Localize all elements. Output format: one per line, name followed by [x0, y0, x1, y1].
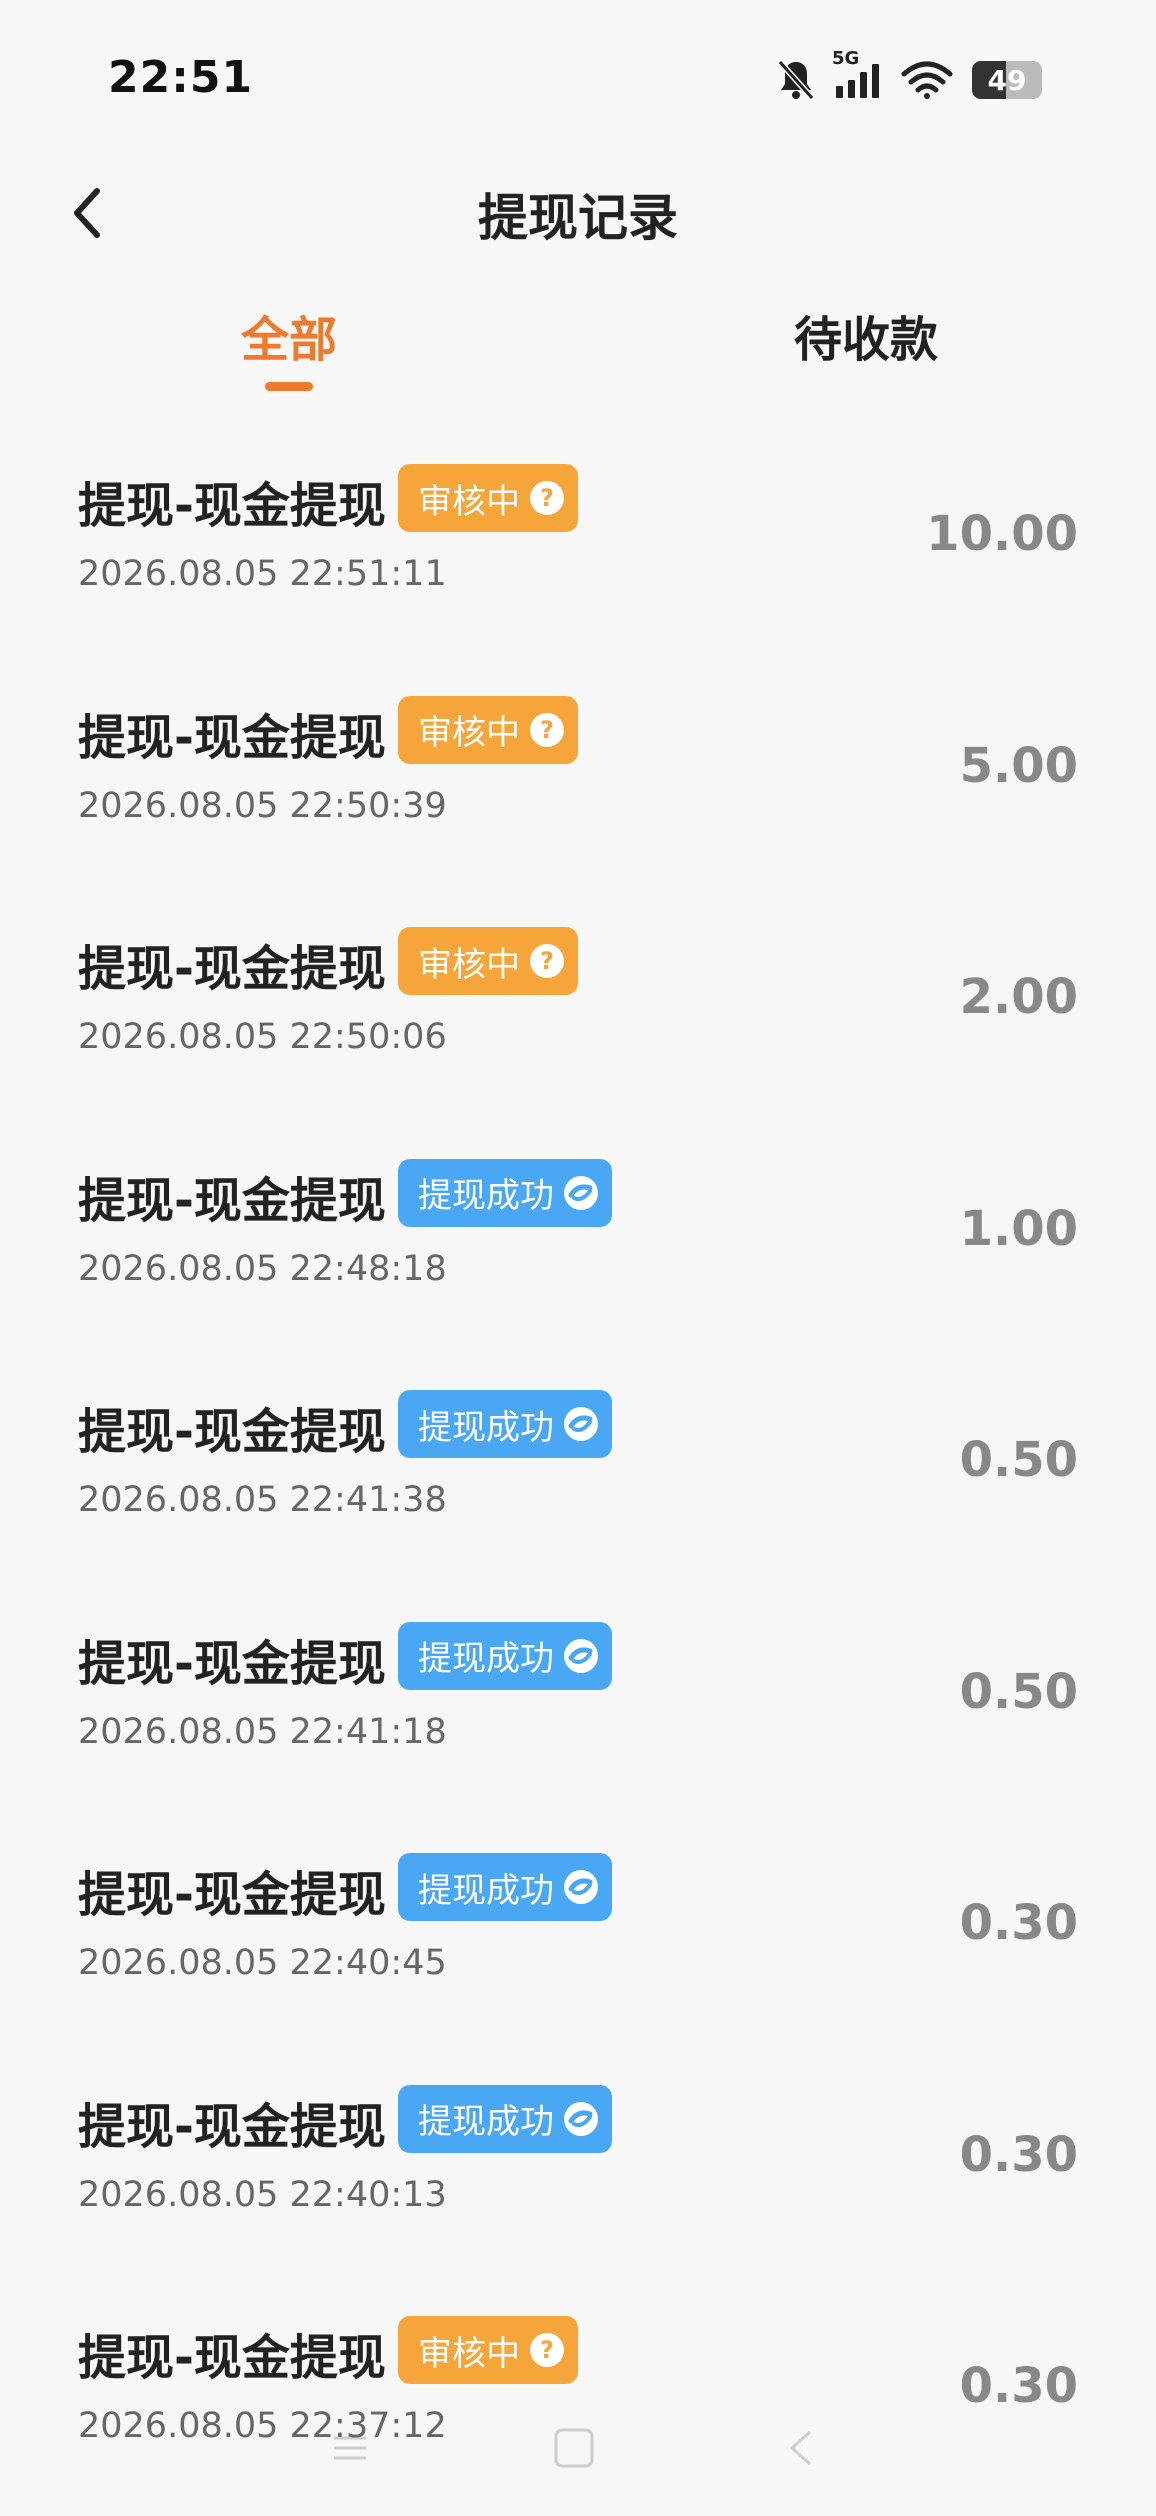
record-title: 提现-现金提现: [78, 2330, 386, 2386]
record-title: 提现-现金提现: [78, 709, 386, 766]
status-label: 提现成功: [418, 2102, 554, 2142]
record-time: 2026.08.05 22:50:06: [78, 1017, 447, 1057]
record-amount: 0.30: [959, 2126, 1078, 2183]
status-badge: 提现成功: [398, 1158, 612, 1227]
bell-muted-icon: [776, 58, 816, 102]
record-amount: 1.00: [959, 1200, 1078, 1257]
status-badge[interactable]: 审核中?: [398, 464, 578, 532]
status-badge[interactable]: 审核中?: [398, 695, 578, 764]
list-item[interactable]: 提现-现金提现 审核中? 2026.08.05 22:51:11 10.00: [0, 432, 1156, 664]
record-time: 2026.08.05 22:51:11: [78, 554, 447, 594]
question-icon: ?: [530, 944, 564, 978]
status-label: 审核中: [418, 713, 520, 753]
record-title: 提现-现金提现: [78, 2098, 386, 2155]
record-title: 提现-现金提现: [78, 1404, 386, 1460]
record-amount: 0.30: [959, 2358, 1078, 2414]
tab-pending-receipt[interactable]: 待收款: [716, 300, 1016, 370]
record-time: 2026.08.05 22:37:12: [78, 2406, 447, 2446]
battery-icon: 49: [972, 61, 1042, 99]
check-bubble-icon: [564, 1407, 598, 1441]
question-icon: ?: [530, 2333, 564, 2367]
record-title: 提现-现金提现: [78, 941, 386, 997]
list-item[interactable]: 提现-现金提现 提现成功 2026.08.05 22:41:18 0.50: [0, 1590, 1156, 1822]
status-badge: 提现成功: [398, 1853, 612, 1921]
status-label: 提现成功: [418, 1639, 554, 1679]
record-amount: 0.50: [959, 1432, 1078, 1488]
status-label: 提现成功: [418, 1176, 554, 1216]
battery-level: 49: [987, 63, 1027, 97]
check-bubble-icon: [564, 1870, 598, 1904]
record-title: 提现-现金提现: [78, 1867, 386, 1923]
record-time: 2026.08.05 22:48:18: [78, 1248, 447, 1289]
tab-bar: 全部 待收款: [0, 290, 1156, 410]
question-icon: ?: [530, 712, 564, 747]
status-badge: 提现成功: [398, 1621, 612, 1690]
status-badge: 提现成功: [398, 2084, 612, 2153]
status-label: 审核中: [418, 481, 520, 522]
status-badge[interactable]: 审核中?: [398, 927, 578, 995]
list-item[interactable]: 提现-现金提现 提现成功 2026.08.05 22:40:13 0.30: [0, 2053, 1156, 2285]
signal-icon: 5G: [832, 48, 882, 100]
list-item[interactable]: 提现-现金提现 审核中? 2026.08.05 22:50:06 2.00: [0, 895, 1156, 1127]
question-icon: ?: [530, 481, 564, 515]
status-time: 22:51: [108, 52, 254, 103]
record-time: 2026.08.05 22:40:13: [78, 2174, 447, 2215]
record-time: 2026.08.05 22:41:18: [78, 1711, 447, 1752]
status-badge: 提现成功: [398, 1390, 612, 1458]
list-item[interactable]: 提现-现金提现 提现成功 2026.08.05 22:41:38 0.50: [0, 1358, 1156, 1590]
list-item[interactable]: 提现-现金提现 审核中? 2026.08.05 22:50:39 5.00: [0, 664, 1156, 896]
record-amount: 10.00: [926, 506, 1078, 562]
record-time: 2026.08.05 22:50:39: [78, 785, 447, 826]
record-amount: 2.00: [959, 969, 1078, 1025]
wifi-icon: [900, 60, 954, 100]
record-amount: 5.00: [959, 737, 1078, 794]
status-label: 审核中: [418, 2333, 520, 2374]
page-title: 提现记录: [478, 189, 678, 247]
record-title: 提现-现金提现: [78, 1635, 386, 1692]
list-item[interactable]: 提现-现金提现 提现成功 2026.08.05 22:48:18 1.00: [0, 1127, 1156, 1359]
record-title: 提现-现金提现: [78, 1172, 386, 1229]
status-label: 提现成功: [418, 1870, 554, 1911]
tab-all[interactable]: 全部: [139, 300, 439, 370]
network-type: 5G: [832, 48, 860, 69]
check-bubble-icon: [564, 1638, 598, 1673]
record-amount: 0.30: [959, 1895, 1078, 1951]
record-list: 提现-现金提现 审核中? 2026.08.05 22:51:11 10.00 提现-现金…: [0, 432, 1156, 2516]
check-bubble-icon: [564, 1175, 598, 1210]
active-tab-indicator: [265, 382, 313, 391]
record-time: 2026.08.05 22:40:45: [78, 1943, 447, 1983]
status-icons: 5G 49: [776, 48, 1042, 110]
check-bubble-icon: [564, 2101, 598, 2136]
status-label: 审核中: [418, 944, 520, 985]
record-title: 提现-现金提现: [78, 478, 386, 534]
record-amount: 0.50: [959, 1663, 1078, 1720]
nav-header: 提现记录: [0, 160, 1156, 260]
list-item[interactable]: 提现-现金提现 提现成功 2026.08.05 22:40:45 0.30: [0, 1821, 1156, 2053]
record-time: 2026.08.05 22:41:38: [78, 1480, 447, 1520]
list-item[interactable]: 提现-现金提现 审核中? 2026.08.05 22:37:12 0.30: [0, 2284, 1156, 2516]
status-label: 提现成功: [418, 1407, 554, 1448]
status-badge[interactable]: 审核中?: [398, 2316, 578, 2384]
status-bar: 22:51 5G 49: [0, 0, 1156, 150]
